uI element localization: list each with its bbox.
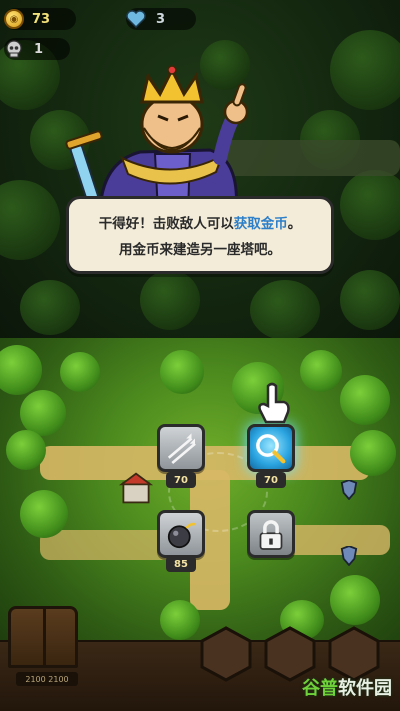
wave-label: 2100 2100 <box>16 672 78 686</box>
bomb-tower-price: 85 <box>166 556 196 572</box>
tutorial-dialog[interactable]: 干得好！击败敌人可以获取金币。 用金币来建造另一座塔吧。 <box>66 196 334 274</box>
kills-value: 1 <box>34 41 44 57</box>
dialog-highlight-text: 获取金币 <box>233 216 288 232</box>
watermark-part-2: 软件园 <box>338 678 392 699</box>
arrow-tower-price: 70 <box>166 472 196 488</box>
dialog-line-1-text: 干得好！击败敌人可以 <box>98 216 234 232</box>
sword-icon <box>65 130 103 203</box>
tutorial-hand-icon <box>258 382 290 424</box>
heart-icon <box>126 10 146 28</box>
king-character <box>65 65 249 212</box>
dialog-line-1: 干得好！击败敌人可以获取金币。 <box>79 211 321 237</box>
kills-counter: 1 <box>4 38 70 60</box>
enemy-shield-icon-2 <box>340 546 358 566</box>
locked-tower-slot <box>247 510 295 558</box>
bomb-tower-button[interactable] <box>157 510 205 558</box>
coin-icon: ◉ <box>4 9 24 29</box>
skull-icon <box>6 40 22 58</box>
watermark-part-1: 谷普 <box>302 678 338 699</box>
watermark: 谷普 软件园 <box>272 672 392 702</box>
wave-gate-button[interactable] <box>8 606 78 668</box>
arrows-icon <box>167 433 196 465</box>
bomb-icon <box>167 522 196 549</box>
dialog-line-1-end: 。 <box>287 216 302 232</box>
mage-tower-price: 70 <box>256 472 286 488</box>
lock-icon <box>259 520 283 550</box>
gold-value: 73 <box>32 11 51 27</box>
magnifier-icon <box>256 434 286 464</box>
game-stage: ◉ 73 3 1 干得好！击败敌人可以获取金币。 用金币来建造另一座塔吧。 70… <box>0 0 400 711</box>
mage-tower-button[interactable] <box>247 424 295 472</box>
pointing-hand-icon <box>213 83 249 165</box>
arrow-tower-button[interactable] <box>157 424 205 472</box>
dialog-line-2: 用金币来建造另一座塔吧。 <box>119 242 281 258</box>
gold-counter: ◉ 73 <box>4 8 76 30</box>
enemy-shield-icon <box>340 480 358 500</box>
lives-counter: 3 <box>126 8 196 30</box>
barracks-tower <box>118 472 154 504</box>
hero-slot-1[interactable] <box>198 626 254 682</box>
lives-value: 3 <box>156 11 166 27</box>
